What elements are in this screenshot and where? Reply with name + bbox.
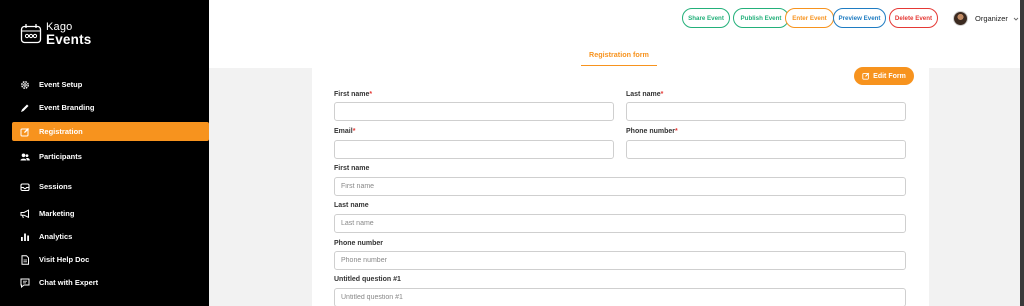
phone-number-label: Phone number* (626, 128, 678, 135)
edit-square-icon (20, 127, 30, 137)
brand-name: Kago Events (46, 22, 91, 47)
required-mark: * (369, 91, 373, 98)
sidebar-item-label: Event Setup (39, 80, 83, 89)
inbox-icon (20, 182, 30, 192)
custom-first-name-field[interactable] (334, 177, 906, 196)
email-label: Email* (334, 128, 356, 135)
sidebar-item-label: Chat with Expert (39, 278, 99, 287)
last-name-field[interactable] (626, 102, 906, 121)
edit-form-label: Edit Form (873, 72, 906, 80)
first-name-label: First name* (334, 91, 373, 98)
sidebar-item-event-branding[interactable]: Event Branding (12, 98, 209, 117)
document-icon (20, 254, 30, 265)
sidebar-item-analytics[interactable]: Analytics (12, 227, 209, 246)
share-event-button[interactable]: Share Event (682, 8, 730, 28)
calendar-logo-icon (20, 24, 42, 44)
sidebar-item-label: Sessions (39, 182, 72, 191)
custom-field-label: Last name (334, 202, 369, 209)
brand-line2: Events (46, 32, 92, 47)
sidebar-item-help-doc[interactable]: Visit Help Doc (12, 250, 209, 269)
sidebar-item-sessions[interactable]: Sessions (12, 177, 209, 196)
registration-form-preview: First name* Last name* Email* Phone numb… (312, 68, 929, 306)
gear-icon (20, 80, 30, 90)
logo: Kago Events (20, 22, 91, 47)
custom-last-name-field[interactable] (334, 214, 906, 233)
required-mark: * (675, 128, 678, 135)
preview-event-button[interactable]: Preview Event (833, 8, 886, 28)
custom-phone-number-field[interactable] (334, 251, 906, 270)
sidebar-item-registration[interactable]: Registration (12, 122, 209, 141)
last-name-label: Last name* (626, 91, 664, 98)
sidebar-item-participants[interactable]: Participants (12, 147, 209, 166)
sidebar-item-label: Participants (39, 152, 82, 161)
sidebar-item-chat-expert[interactable]: Chat with Expert (12, 273, 209, 292)
tab-registration-form[interactable]: Registration form (581, 44, 657, 66)
untitled-question-field[interactable] (334, 288, 906, 306)
profile-name: Organizer (975, 14, 1008, 23)
phone-number-field[interactable] (626, 140, 906, 159)
required-mark: * (660, 91, 664, 98)
email-field[interactable] (334, 140, 614, 159)
sidebar-item-label: Registration (39, 127, 83, 136)
edit-form-button[interactable]: Edit Form (854, 67, 914, 85)
sidebar-item-marketing[interactable]: Marketing (12, 204, 209, 223)
sidebar-item-label: Event Branding (39, 103, 95, 112)
profile-menu[interactable]: Organizer (953, 11, 1019, 26)
main-content: Share Event Publish Event Enter Event Pr… (209, 0, 1020, 306)
custom-field-label: Untitled question #1 (334, 276, 401, 283)
enter-event-button[interactable]: Enter Event (785, 8, 834, 28)
required-mark: * (352, 128, 356, 135)
avatar (953, 11, 968, 26)
publish-event-button[interactable]: Publish Event (733, 8, 789, 28)
sidebar-item-label: Marketing (39, 209, 75, 218)
top-bar: Share Event Publish Event Enter Event Pr… (209, 0, 1020, 68)
sidebar-item-label: Visit Help Doc (39, 255, 90, 264)
chevron-down-icon (1013, 17, 1019, 21)
sidebar: Kago Events Event Setup Event Branding R… (0, 0, 209, 306)
sidebar-item-event-setup[interactable]: Event Setup (12, 75, 209, 94)
delete-event-button[interactable]: Delete Event (889, 8, 938, 28)
megaphone-icon (20, 208, 30, 219)
bar-chart-icon (20, 232, 30, 242)
users-icon (20, 152, 30, 162)
pen-icon (20, 103, 30, 113)
custom-field-label: First name (334, 165, 370, 172)
chat-icon (20, 278, 30, 288)
sidebar-item-label: Analytics (39, 232, 73, 241)
edit-icon (862, 72, 870, 80)
window-edge (1020, 0, 1024, 306)
first-name-field[interactable] (334, 102, 614, 121)
custom-field-label: Phone number (334, 240, 384, 247)
